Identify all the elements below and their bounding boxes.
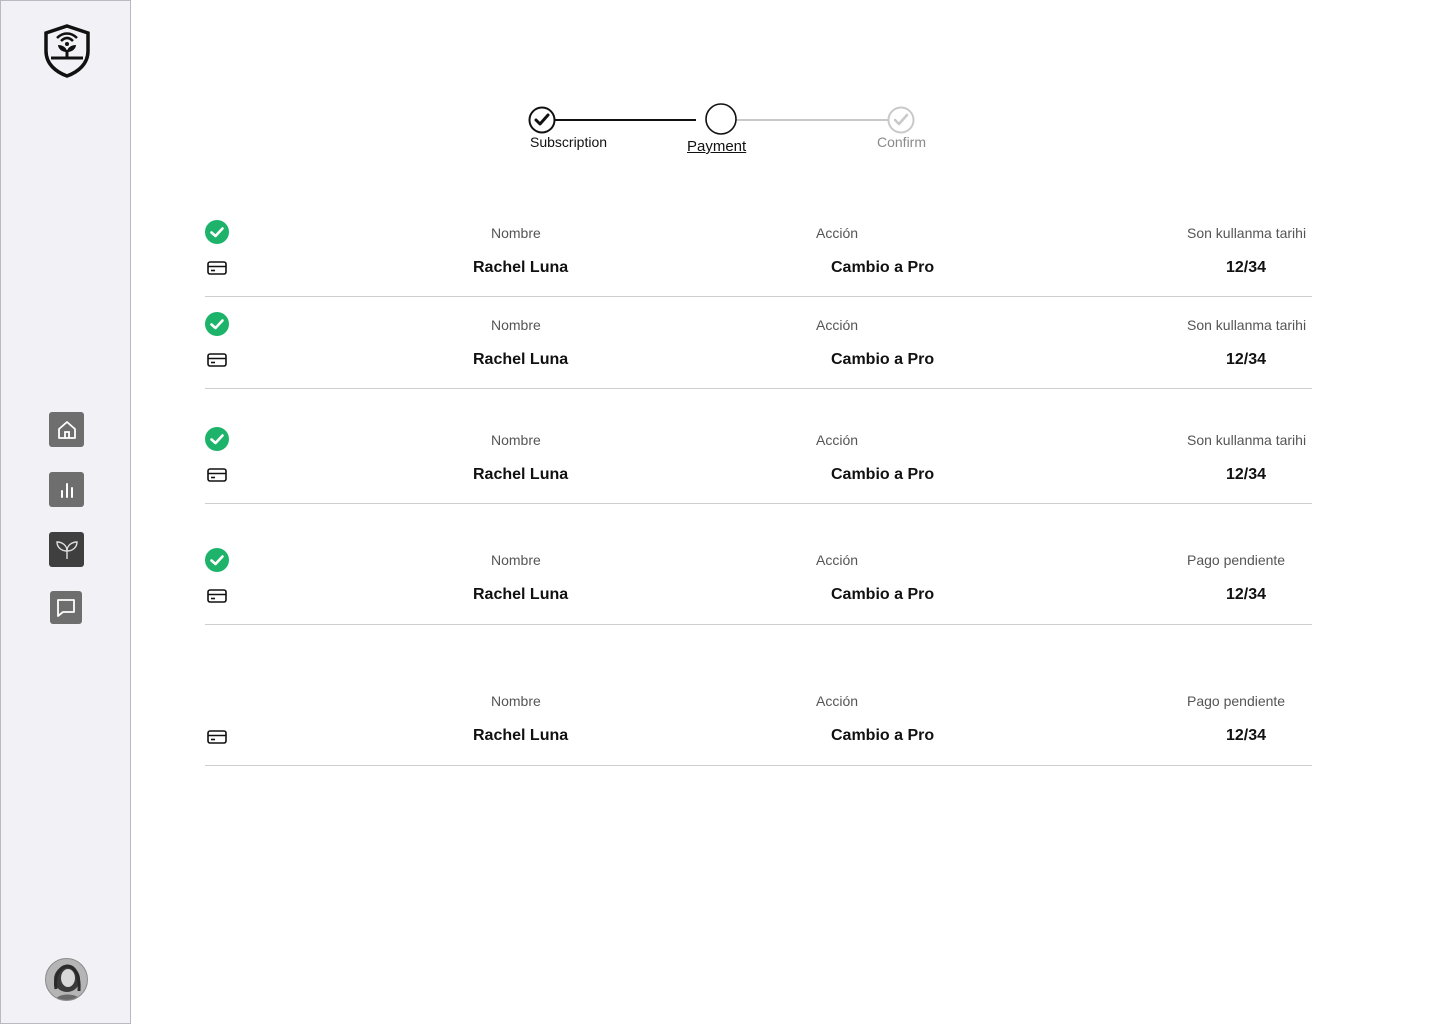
subscription-row[interactable]: Nombre Rachel Luna Acción Cambio a Pro S…	[205, 307, 1312, 389]
nav-home-button[interactable]	[49, 412, 84, 447]
check-circle-icon	[887, 106, 915, 134]
date-header: Son kullanma tarihi	[1187, 432, 1307, 448]
name-value: Rachel Luna	[473, 586, 569, 603]
stepper-line-completed	[555, 119, 696, 121]
date-value: 12/34	[1226, 586, 1267, 603]
name-value: Rachel Luna	[473, 259, 569, 276]
success-check-icon	[205, 548, 229, 572]
success-check-icon	[205, 220, 229, 244]
name-header: Nombre	[491, 225, 541, 241]
subscription-row[interactable]: Nombre Rachel Luna Acción Cambio a Pro S…	[205, 215, 1312, 297]
bar-chart-icon	[60, 482, 73, 498]
empty-circle-icon	[705, 103, 737, 135]
action-header: Acción	[816, 693, 859, 709]
credit-card-icon	[207, 589, 227, 603]
action-value: Cambio a Pro	[831, 727, 935, 744]
sidebar	[0, 0, 131, 1024]
status-header: Pago pendiente	[1187, 693, 1286, 709]
name-value: Rachel Luna	[473, 466, 569, 483]
step-label-subscription: Subscription	[530, 134, 608, 150]
step-confirm[interactable]	[887, 106, 915, 134]
stepper-line-upcoming	[735, 119, 889, 121]
check-circle-icon	[528, 106, 556, 134]
nav-chat-button[interactable]	[50, 591, 82, 624]
subscription-row[interactable]: Nombre Rachel Luna Acción Cambio a Pro P…	[205, 635, 1312, 766]
date-value: 12/34	[1226, 466, 1267, 483]
credit-card-icon	[207, 730, 227, 744]
shield-logo-icon[interactable]	[43, 24, 91, 78]
step-payment[interactable]	[704, 103, 738, 137]
checkout-stepper: Subscription Payment Confirm	[500, 95, 960, 165]
credit-card-icon	[207, 353, 227, 367]
name-header: Nombre	[491, 552, 541, 568]
action-value: Cambio a Pro	[831, 466, 935, 483]
subscription-row[interactable]: Nombre Rachel Luna Acción Cambio a Pro P…	[205, 514, 1312, 625]
name-value: Rachel Luna	[473, 351, 569, 368]
date-value: 12/34	[1226, 727, 1267, 744]
nav-plants-button[interactable]	[49, 532, 84, 567]
credit-card-icon	[207, 261, 227, 275]
name-header: Nombre	[491, 317, 541, 333]
date-header: Son kullanma tarihi	[1187, 225, 1307, 241]
success-check-icon	[205, 427, 229, 451]
date-header: Son kullanma tarihi	[1187, 317, 1307, 333]
action-header: Acción	[816, 552, 859, 568]
nav-stats-button[interactable]	[49, 472, 84, 507]
chat-icon	[57, 598, 75, 617]
date-value: 12/34	[1226, 351, 1267, 368]
step-label-confirm: Confirm	[877, 134, 927, 150]
name-header: Nombre	[491, 432, 541, 448]
name-value: Rachel Luna	[473, 727, 569, 744]
step-label-payment[interactable]: Payment	[687, 138, 746, 155]
action-header: Acción	[816, 317, 859, 333]
action-value: Cambio a Pro	[831, 259, 935, 276]
home-icon	[57, 420, 76, 439]
status-header: Pago pendiente	[1187, 552, 1286, 568]
sprout-icon	[55, 540, 78, 559]
subscription-row[interactable]: Nombre Rachel Luna Acción Cambio a Pro S…	[205, 399, 1312, 504]
success-check-icon	[205, 312, 229, 336]
date-value: 12/34	[1226, 259, 1267, 276]
user-avatar[interactable]	[45, 958, 88, 1001]
step-subscription[interactable]	[528, 106, 556, 134]
action-value: Cambio a Pro	[831, 351, 935, 368]
action-header: Acción	[816, 225, 859, 241]
credit-card-icon	[207, 468, 227, 482]
action-header: Acción	[816, 432, 859, 448]
name-header: Nombre	[491, 693, 541, 709]
action-value: Cambio a Pro	[831, 586, 935, 603]
